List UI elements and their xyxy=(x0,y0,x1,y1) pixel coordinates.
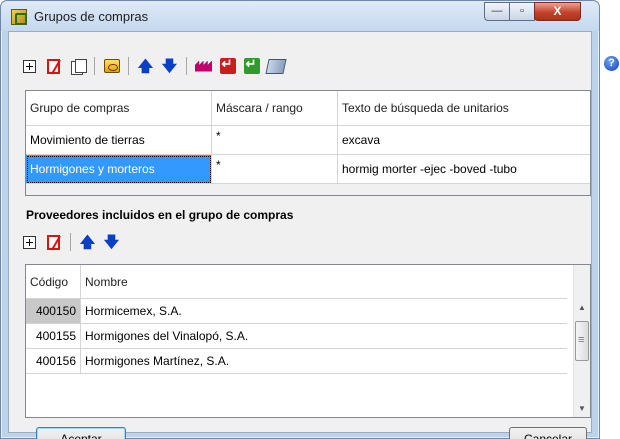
export-icon xyxy=(243,57,260,74)
table-row-selected[interactable]: Hormigones y morteros * hormig morter -e… xyxy=(26,155,590,184)
delete-supplier-button[interactable] xyxy=(43,232,64,252)
add-icon xyxy=(23,59,36,73)
move-up-button[interactable]: 🡅 xyxy=(135,56,156,76)
column-header-mask[interactable]: Máscara / rango xyxy=(212,91,338,126)
factory-button[interactable] xyxy=(193,56,214,76)
supplier-name-cell[interactable]: Hormicemex, S.A. xyxy=(81,299,567,324)
cancel-button[interactable]: Cancelar xyxy=(509,427,587,439)
table-header: Código Nombre xyxy=(26,265,590,299)
print-icon xyxy=(103,59,120,73)
search-text-cell[interactable]: hormig morter -ejec -boved -tubo xyxy=(338,155,590,184)
accept-button[interactable]: Aceptar xyxy=(36,427,126,439)
group-name-cell[interactable]: Movimiento de tierras xyxy=(26,126,212,155)
suppliers-section-title: Proveedores incluidos en el grupo de com… xyxy=(26,208,294,222)
supplier-move-down-button[interactable]: 🡇 xyxy=(101,232,122,252)
toolbar-separator xyxy=(128,57,129,75)
import-icon xyxy=(219,57,236,74)
copy-icon xyxy=(70,58,87,75)
search-text-cell[interactable]: excava xyxy=(338,126,590,155)
arrow-up-icon: 🡅 xyxy=(137,57,154,75)
column-header-group[interactable]: Grupo de compras xyxy=(26,91,212,126)
dialog-client-area: 🡅 🡇 Grupo de compras Máscara / rango Tex… xyxy=(8,31,592,439)
arrow-down-icon: 🡇 xyxy=(161,57,178,75)
close-button[interactable]: X xyxy=(534,2,581,21)
add-supplier-button[interactable] xyxy=(19,232,40,252)
factory-icon xyxy=(195,60,212,72)
book-icon xyxy=(264,58,287,74)
print-button[interactable] xyxy=(101,56,122,76)
supplier-move-up-button[interactable]: 🡅 xyxy=(77,232,98,252)
help-icon[interactable]: ? xyxy=(604,56,619,71)
mask-cell[interactable]: * xyxy=(212,155,338,184)
move-down-button[interactable]: 🡇 xyxy=(159,56,180,76)
add-group-button[interactable] xyxy=(19,56,40,76)
column-header-code[interactable]: Código xyxy=(26,265,81,299)
app-icon xyxy=(11,9,27,25)
arrow-down-icon: 🡇 xyxy=(103,233,120,251)
table-row[interactable]: 400156 Hormigones Martínez, S.A. xyxy=(26,349,590,374)
arrow-up-icon: 🡅 xyxy=(79,233,96,251)
delete-icon xyxy=(47,58,60,74)
maximize-button[interactable]: ▫ xyxy=(509,2,535,21)
vertical-scrollbar[interactable]: ▲ ▼ xyxy=(573,265,590,417)
toolbar-separator xyxy=(70,233,71,251)
table-header: Grupo de compras Máscara / rango Texto d… xyxy=(26,91,590,126)
minimize-button[interactable]: — xyxy=(484,2,510,21)
delete-group-button[interactable] xyxy=(43,56,64,76)
groups-table: Grupo de compras Máscara / rango Texto d… xyxy=(25,90,591,196)
delete-icon xyxy=(47,234,60,250)
scrollbar-thumb[interactable] xyxy=(575,321,589,361)
title-bar[interactable]: Grupos de compras — ▫ X xyxy=(1,1,599,31)
table-row[interactable]: Movimiento de tierras * excava xyxy=(26,126,590,155)
table-row[interactable]: 400150 Hormicemex, S.A. xyxy=(26,299,590,324)
column-header-search-text[interactable]: Texto de búsqueda de unitarios xyxy=(338,91,590,126)
scroll-up-icon[interactable]: ▲ xyxy=(574,299,590,316)
add-icon xyxy=(23,235,36,249)
copy-group-button[interactable] xyxy=(67,56,88,76)
supplier-code-cell[interactable]: 400155 xyxy=(26,324,81,349)
column-header-name[interactable]: Nombre xyxy=(81,265,567,299)
scroll-down-icon[interactable]: ▼ xyxy=(574,400,590,417)
suppliers-table: Código Nombre 400150 Hormicemex, S.A. 40… xyxy=(25,264,591,418)
table-row[interactable]: 400155 Hormigones del Vinalopó, S.A. xyxy=(26,324,590,349)
supplier-code-cell[interactable]: 400150 xyxy=(26,299,81,324)
suppliers-toolbar: 🡅 🡇 xyxy=(19,232,122,252)
book-button[interactable] xyxy=(264,56,287,76)
dialog-window: Grupos de compras — ▫ X 🡅 🡇 Grupo de com… xyxy=(0,0,600,439)
supplier-name-cell[interactable]: Hormigones Martínez, S.A. xyxy=(81,349,567,374)
groups-toolbar: 🡅 🡇 xyxy=(19,56,287,76)
export-button[interactable] xyxy=(241,56,262,76)
supplier-name-cell[interactable]: Hormigones del Vinalopó, S.A. xyxy=(81,324,567,349)
toolbar-separator xyxy=(94,57,95,75)
window-title: Grupos de compras xyxy=(34,9,149,24)
toolbar-separator xyxy=(186,57,187,75)
import-button[interactable] xyxy=(217,56,238,76)
supplier-code-cell[interactable]: 400156 xyxy=(26,349,81,374)
group-name-cell[interactable]: Hormigones y morteros xyxy=(26,155,212,184)
mask-cell[interactable]: * xyxy=(212,126,338,155)
